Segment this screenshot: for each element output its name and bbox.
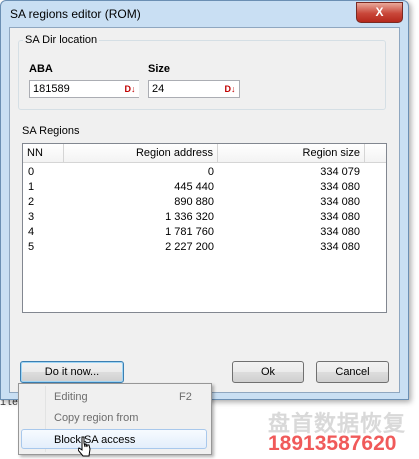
size-label: Size — [148, 63, 171, 75]
menu-item-copy-region-from[interactable]: Copy region from — [21, 408, 207, 428]
table-row[interactable]: 2 890 880 334 080 — [23, 196, 386, 208]
cell-address: 445 440 — [174, 181, 214, 193]
sa-dir-location-group: SA Dir location ABA 181589 D↓ Size 24 D↓ — [18, 34, 386, 110]
close-button[interactable]: X — [356, 2, 403, 23]
cell-size: 334 080 — [320, 181, 360, 193]
aba-label: ABA — [29, 63, 53, 75]
do-it-now-button[interactable]: Do it now... — [20, 361, 124, 383]
cell-size: 334 080 — [320, 241, 360, 253]
aba-bookmark-icon[interactable]: D↓ — [121, 81, 139, 97]
menu-item-label: Block SA access — [54, 434, 136, 446]
cell-address: 2 227 200 — [165, 241, 214, 253]
cancel-button[interactable]: Cancel — [316, 361, 389, 383]
cell-nn: 2 — [28, 196, 35, 208]
cell-nn: 0 — [28, 166, 35, 178]
column-header-nn[interactable]: NN — [23, 144, 64, 162]
cell-address: 1 781 760 — [165, 226, 214, 238]
mouse-pointer-icon — [78, 436, 91, 457]
size-value: 24 — [152, 83, 165, 95]
title-bar[interactable]: SA regions editor (ROM) X — [1, 1, 408, 27]
sa-regions-label: SA Regions — [22, 125, 80, 137]
column-header-region-address[interactable]: Region address — [64, 144, 218, 162]
table-row[interactable]: 3 1 336 320 334 080 — [23, 211, 386, 223]
table-row[interactable]: 0 0 334 079 — [23, 166, 386, 178]
do-it-now-menu: Editing F2 Copy region from Block SA acc… — [18, 383, 212, 455]
sa-dir-location-label: SA Dir location — [23, 34, 100, 46]
size-bookmark-icon[interactable]: D↓ — [221, 81, 239, 97]
cell-nn: 4 — [28, 226, 35, 238]
window-title: SA regions editor (ROM) — [10, 7, 141, 21]
cell-size: 334 080 — [320, 211, 360, 223]
menu-item-label: Copy region from — [54, 412, 139, 424]
aba-value: 181589 — [33, 83, 70, 95]
cell-nn: 3 — [28, 211, 35, 223]
cell-address: 1 336 320 — [165, 211, 214, 223]
menu-item-shortcut: F2 — [179, 391, 192, 403]
table-row[interactable]: 1 445 440 334 080 — [23, 181, 386, 193]
table-row[interactable]: 4 1 781 760 334 080 — [23, 226, 386, 238]
cell-address: 0 — [207, 166, 214, 178]
list-header: NN Region address Region size — [23, 144, 386, 163]
cell-nn: 1 — [28, 181, 35, 193]
watermark-phone: 18913587620 — [268, 432, 397, 455]
menu-item-label: Editing — [54, 391, 88, 403]
sa-regions-editor-dialog: SA regions editor (ROM) X SA Dir locatio… — [0, 0, 409, 400]
cell-size: 334 080 — [320, 196, 360, 208]
dialog-client-area: SA Dir location ABA 181589 D↓ Size 24 D↓… — [9, 27, 400, 393]
menu-item-editing[interactable]: Editing F2 — [21, 387, 207, 407]
cell-address: 890 880 — [174, 196, 214, 208]
cell-nn: 5 — [28, 241, 35, 253]
ok-button[interactable]: Ok — [232, 361, 304, 383]
table-row[interactable]: 5 2 227 200 334 080 — [23, 241, 386, 253]
menu-item-block-sa-access[interactable]: Block SA access — [21, 429, 207, 449]
cell-size: 334 080 — [320, 226, 360, 238]
cell-size: 334 079 — [320, 166, 360, 178]
sa-regions-list[interactable]: NN Region address Region size 0 0 334 07… — [22, 143, 387, 313]
column-header-region-size[interactable]: Region size — [218, 144, 365, 162]
